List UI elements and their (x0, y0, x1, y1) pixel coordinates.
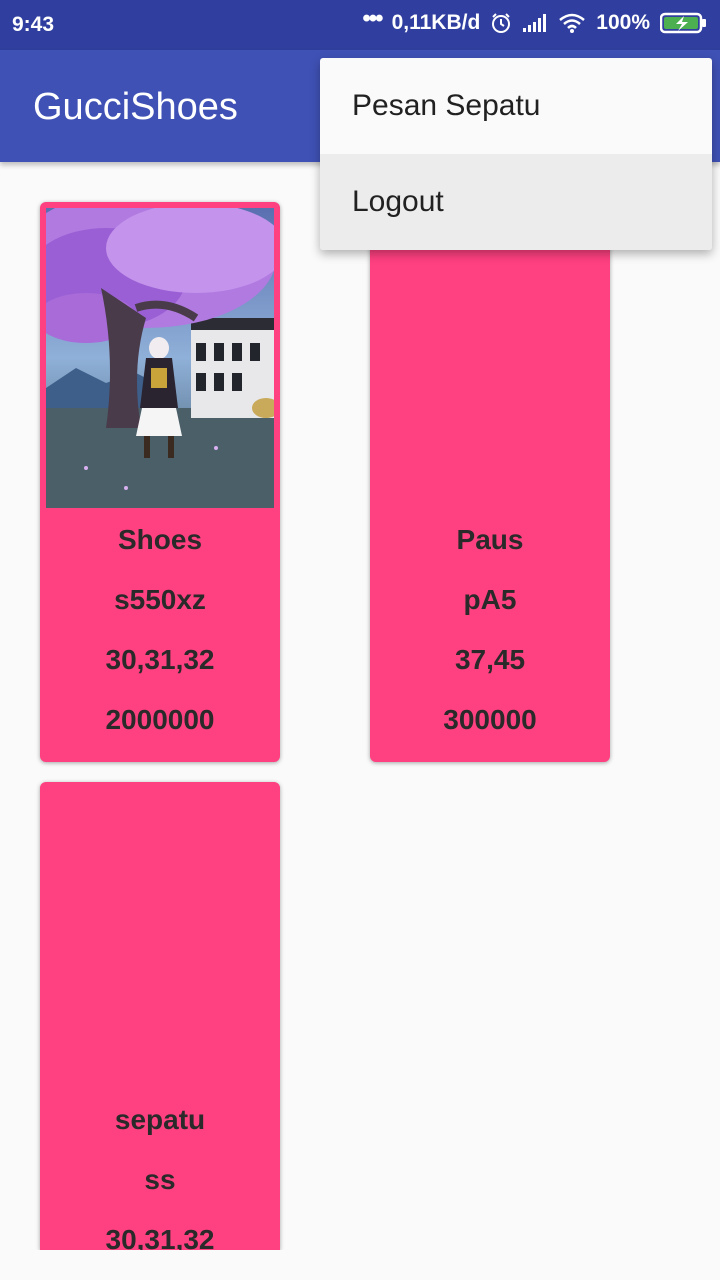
network-speed: 0,11KB/d (391, 11, 481, 34)
product-name: Paus (456, 524, 524, 555)
product-name: Shoes (117, 524, 203, 555)
menu-item-logout[interactable]: Logout (320, 154, 712, 250)
battery-icon (660, 12, 708, 34)
product-code: s550xz (114, 584, 206, 615)
battery-percent: 100% (596, 11, 650, 34)
bottom-area (0, 1250, 720, 1280)
product-code: pA5 (463, 584, 517, 615)
product-card-paus[interactable]: Paus pA5 37,45 300000 (370, 202, 610, 762)
product-price: 300000 (443, 704, 537, 735)
product-sizes: 37,45 (454, 644, 526, 675)
alarm-icon (490, 12, 512, 34)
app-title: GucciShoes (33, 86, 238, 128)
product-sizes: 30,31,32 (105, 644, 215, 675)
product-sizes: 30,31,32 (105, 1224, 215, 1250)
menu-item-pesan-sepatu[interactable]: Pesan Sepatu (320, 58, 712, 154)
product-image (40, 202, 280, 508)
status-bar: 9:43 ••• 0,11KB/d 100% (0, 0, 720, 50)
product-price: 2000000 (105, 704, 215, 735)
signal-icon (522, 13, 548, 33)
product-code: ss (144, 1164, 176, 1195)
overflow-menu: Pesan Sepatu Logout (320, 58, 712, 250)
wifi-icon (558, 12, 586, 34)
status-right-group: ••• 0,11KB/d 100% (362, 5, 708, 35)
more-notifications-icon: ••• (362, 5, 383, 32)
product-name: sepatu (114, 1104, 206, 1135)
status-time: 9:43 (12, 13, 55, 36)
product-card-sepatu[interactable]: sepatu ss 30,31,32 (40, 782, 280, 1250)
product-card-shoes[interactable]: Shoes s550xz 30,31,32 2000000 (40, 202, 280, 762)
